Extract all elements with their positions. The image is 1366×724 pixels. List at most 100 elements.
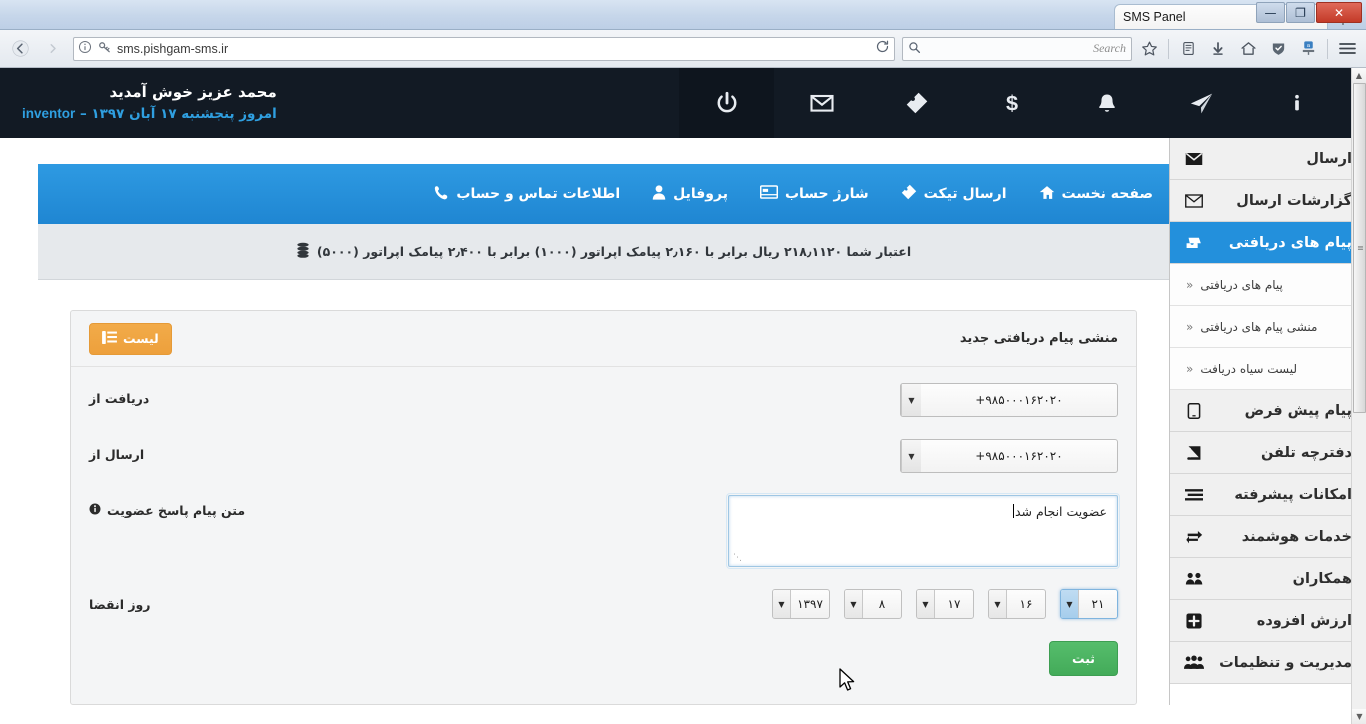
- chevron-down-icon: ▼: [901, 440, 921, 472]
- reload-icon[interactable]: [875, 39, 890, 58]
- expiry-select-group: ▼ ۱۳۹۷ ▼ ۸ ▼ ۱۷ ▼ ۱۶ ▼ ۲۱: [772, 589, 1118, 619]
- ticket-icon[interactable]: [869, 68, 964, 138]
- address-bar[interactable]: sms.pishgam-sms.ir: [73, 36, 895, 61]
- page-scrollbar[interactable]: ▲ ≡ ▼: [1351, 68, 1366, 724]
- send-icon[interactable]: [1154, 68, 1249, 138]
- resize-grip-icon[interactable]: ⋰: [732, 554, 742, 564]
- receive-from-select[interactable]: ▼ +۹۸۵۰۰۰۱۶۲۰۲۰: [900, 383, 1118, 417]
- bookmark-star-icon[interactable]: [1136, 36, 1162, 62]
- submit-button[interactable]: ثبت: [1048, 641, 1118, 676]
- sidebar-item-payam-pishfarz[interactable]: پیام پیش فرض: [1170, 390, 1366, 432]
- dollar-icon[interactable]: $: [964, 68, 1059, 138]
- nav-item-sharj-hesab[interactable]: شارژ حساب: [744, 164, 885, 224]
- receive-from-control: ▼ +۹۸۵۰۰۰۱۶۲۰۲۰: [259, 383, 1118, 417]
- minimize-button[interactable]: —: [1256, 2, 1285, 23]
- send-from-value: +۹۸۵۰۰۰۱۶۲۰۲۰: [975, 449, 1063, 463]
- page-viewport: $ محمد عزیز خوش آمدید امروز پنجشنبه ۱۷ آ…: [0, 68, 1366, 724]
- panel-title: منشی پیام دریافتی جدید: [959, 331, 1118, 346]
- tablet-icon: [1184, 402, 1204, 419]
- expiry-minute-select[interactable]: ▼ ۲۱: [1060, 589, 1118, 619]
- sidebar-item-daftarche-telefon[interactable]: دفترچه تلفن: [1170, 432, 1366, 474]
- expiry-month-value: ۸: [878, 597, 886, 611]
- phone-icon: [434, 185, 449, 204]
- sidebar-item-label: همکاران: [1292, 570, 1352, 587]
- expiry-hour-select[interactable]: ▼ ۱۶: [988, 589, 1046, 619]
- nav-item-ersal-ticket[interactable]: ارسال تیکت: [885, 164, 1023, 224]
- welcome-username: inventor: [22, 105, 76, 121]
- chevron-down-icon: ▼: [901, 384, 921, 416]
- sidebar-item-arzesh-afzude[interactable]: ارزش افزوده: [1170, 600, 1366, 642]
- sidebar-subitem-payamhaye-daryafti[interactable]: پیام های دریافتی «: [1170, 264, 1363, 306]
- field-row-send-from: ▼ +۹۸۵۰۰۰۱۶۲۰۲۰ ارسال از: [89, 439, 1118, 473]
- close-button[interactable]: ✕: [1316, 2, 1362, 23]
- search-icon: [908, 39, 921, 58]
- panel-body: ▼ +۹۸۵۰۰۰۱۶۲۰۲۰ دریافت از ▼ +۹۸۵۰۰۰۱۶۲۰۲…: [71, 367, 1136, 704]
- back-icon[interactable]: [6, 36, 34, 62]
- nav-item-safhe-nokhost[interactable]: صفحه نخست: [1023, 164, 1169, 224]
- submit-row: ثبت: [89, 641, 1118, 676]
- reply-text-control: عضویت انجام شد ⋰: [259, 493, 1120, 569]
- chevron-down-icon: ▼: [845, 590, 863, 618]
- browser-toolbar: sms.pishgam-sms.ir Search a: [0, 30, 1366, 68]
- sidebar-item-modiriat-tanzimat[interactable]: مدیریت و تنظیمات: [1170, 642, 1366, 684]
- download-icon[interactable]: [1205, 36, 1231, 62]
- list-button-label: لیست: [123, 331, 159, 346]
- sidebar-subitem-liste-siah-daryaft[interactable]: لیست سیاه دریافت «: [1170, 348, 1363, 390]
- form-panel: منشی پیام دریافتی جدید لیست ▼ +۹۸۵۰۰۰۱۶۲…: [70, 310, 1137, 705]
- list-button[interactable]: لیست: [89, 322, 172, 355]
- expiry-year-select[interactable]: ▼ ۱۳۹۷: [772, 589, 830, 619]
- restore-button[interactable]: ❐: [1286, 2, 1315, 23]
- scroll-down-arrow-wrap: ▼: [1352, 709, 1366, 724]
- sidebar-item-hamkaran[interactable]: همکاران: [1170, 558, 1366, 600]
- sidebar-subitem-label: منشی پیام های دریافتی: [1200, 319, 1318, 334]
- search-input[interactable]: Search: [926, 41, 1126, 56]
- search-bar[interactable]: Search: [902, 36, 1132, 61]
- nav-item-label: پروفایل: [673, 186, 728, 202]
- home-icon[interactable]: [1235, 36, 1261, 62]
- expiry-day-value: ۱۷: [947, 597, 961, 611]
- shield-icon[interactable]: [1265, 36, 1291, 62]
- expiry-month-select[interactable]: ▼ ۸: [844, 589, 902, 619]
- menu-icon[interactable]: [1334, 36, 1360, 62]
- chevron-right-icon: «: [1186, 277, 1194, 292]
- sidebar-subitem-label: لیست سیاه دریافت: [1200, 361, 1298, 376]
- send-from-select[interactable]: ▼ +۹۸۵۰۰۰۱۶۲۰۲۰: [900, 439, 1118, 473]
- inbox-icon: [1184, 235, 1204, 250]
- sidebar-item-label: ارزش افزوده: [1256, 612, 1352, 629]
- power-icon[interactable]: [679, 68, 774, 138]
- sidebar-item-gozareshat-ersal[interactable]: گزارشات ارسال: [1170, 180, 1366, 222]
- scroll-up-arrow-icon[interactable]: ▲: [1352, 68, 1366, 83]
- envelope-icon[interactable]: [774, 68, 869, 138]
- addon-icon[interactable]: a: [1295, 36, 1321, 62]
- reply-text-label-wrap: متن پیام پاسخ عضویت: [89, 495, 259, 518]
- sidebar-submenu: پیام های دریافتی « منشی پیام های دریافتی…: [1170, 264, 1366, 390]
- welcome-greeting: محمد عزیز خوش آمدید: [109, 82, 277, 101]
- expiry-day-select[interactable]: ▼ ۱۷: [916, 589, 974, 619]
- reply-text-textarea[interactable]: عضویت انجام شد ⋰: [726, 493, 1120, 569]
- sidebar-item-label: گزارشات ارسال: [1236, 192, 1352, 209]
- sidebar-item-khadamat-hushmand[interactable]: خدمات هوشمند: [1170, 516, 1366, 558]
- info-icon[interactable]: [1249, 68, 1344, 138]
- expiry-label: روز انقضا: [89, 597, 151, 612]
- sidebar-item-ersal[interactable]: ارسال: [1170, 138, 1366, 180]
- users-icon: [1184, 571, 1204, 586]
- sidebar-item-emkanat-pishrafte[interactable]: امکانات پیشرفته: [1170, 474, 1366, 516]
- user-icon: [652, 184, 666, 204]
- window-controls: — ❐ ✕: [1256, 2, 1362, 23]
- sidebar-subitem-monshi-payamhaye-daryafti[interactable]: منشی پیام های دریافتی «: [1170, 306, 1363, 348]
- reader-icon[interactable]: [1175, 36, 1201, 62]
- nav-item-profile[interactable]: پروفایل: [636, 164, 744, 224]
- nav-item-etelaat-tamas[interactable]: اطلاعات تماس و حساب: [418, 164, 636, 224]
- site-info-icon[interactable]: [78, 39, 92, 58]
- key-icon[interactable]: [97, 39, 112, 58]
- chevron-down-icon: ▼: [1061, 590, 1079, 618]
- sidebar-item-payamhaye-daryafti[interactable]: پیام های دریافتی: [1170, 222, 1366, 264]
- scrollbar-thumb[interactable]: ≡: [1353, 83, 1366, 413]
- expiry-minute-value: ۲۱: [1091, 597, 1105, 611]
- scroll-down-arrow-icon[interactable]: ▼: [1352, 709, 1366, 724]
- expiry-year-value: ۱۳۹۷: [797, 597, 823, 611]
- bell-icon[interactable]: [1059, 68, 1154, 138]
- info-circle-icon[interactable]: [89, 503, 101, 518]
- svg-text:$: $: [1005, 91, 1017, 116]
- content-wrapper: ارسال گزارشات ارسال پیام های دریافتی پیا…: [0, 138, 1366, 705]
